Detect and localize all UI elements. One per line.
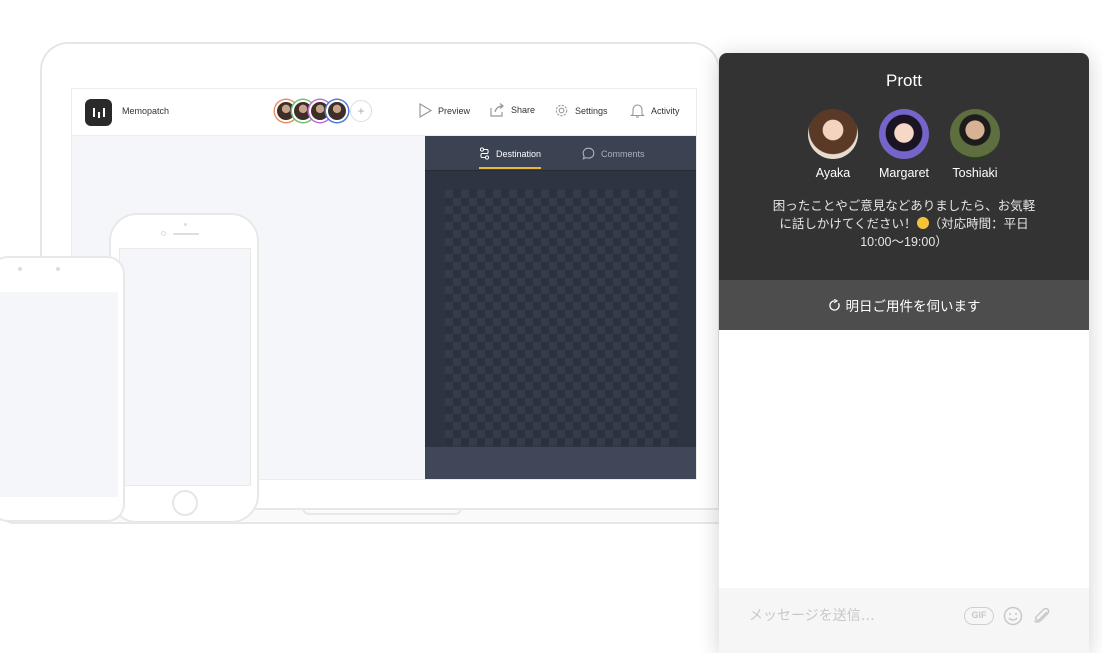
member-name: Toshiaki — [952, 166, 998, 180]
member-name: Ayaka — [815, 166, 851, 180]
avatar — [808, 109, 858, 159]
clock-icon — [828, 298, 840, 311]
memopatch-logo — [85, 99, 112, 126]
team-member: Toshiaki — [940, 109, 1011, 180]
tab-comments[interactable]: Comments — [582, 147, 645, 160]
message-composer: GIF — [719, 588, 1089, 653]
bell-icon — [630, 104, 645, 118]
team-members: Ayaka Margaret Toshiaki — [719, 109, 1089, 180]
message-input[interactable] — [749, 605, 949, 627]
welcome-message: 困ったことやご意見などありましたら、お気軽に話しかけてください！ （対応時間：平日… — [769, 197, 1039, 251]
iphone-illustration — [109, 213, 259, 523]
panel-footer — [425, 447, 696, 479]
paperclip-icon[interactable] — [1032, 606, 1052, 626]
chat-title: Prott — [886, 71, 922, 90]
menu-activity[interactable]: Activity — [630, 103, 680, 119]
comment-bubble-icon — [582, 147, 595, 160]
team-member: Ayaka — [798, 109, 869, 180]
team-member: Margaret — [869, 109, 940, 180]
smiley-emoji-icon — [916, 217, 929, 229]
add-member-button[interactable]: + — [350, 100, 372, 122]
share-icon — [490, 103, 504, 117]
destination-panel: Destination Comments — [425, 136, 696, 479]
settings-label: Settings — [575, 105, 608, 116]
reply-time-bar: 明日ご用件を伺います — [719, 280, 1089, 330]
conversation-area — [719, 330, 1089, 588]
laptop-notch — [302, 508, 462, 515]
tab-comments-label: Comments — [601, 148, 645, 159]
app-name: Memopatch — [122, 106, 170, 116]
panel-tabs: Destination Comments — [425, 136, 696, 171]
menu-share[interactable]: Share — [490, 103, 535, 117]
avatar — [950, 109, 1000, 159]
activity-label: Activity — [651, 106, 680, 116]
transparent-canvas — [445, 190, 677, 446]
gear-icon — [555, 104, 568, 117]
route-icon — [479, 147, 490, 160]
reply-time-text: 明日ご用件を伺います — [845, 299, 981, 314]
tab-destination-label: Destination — [496, 148, 542, 159]
tab-destination[interactable]: Destination — [479, 147, 541, 160]
chat-widget: Prott Ayaka Margaret Toshiaki 困ったことやご意見な… — [719, 53, 1089, 653]
avatar — [879, 109, 929, 159]
preview-label: Preview — [438, 105, 471, 116]
share-label: Share — [511, 105, 536, 115]
member-name: Margaret — [878, 166, 930, 180]
menu-preview[interactable]: Preview — [419, 103, 470, 118]
chat-header: Prott Ayaka Margaret Toshiaki 困ったことやご意見な… — [719, 53, 1089, 280]
android-illustration — [0, 256, 125, 522]
gif-button[interactable]: GIF — [964, 607, 994, 625]
active-tab-indicator — [479, 167, 541, 169]
smiley-icon[interactable] — [1003, 606, 1023, 626]
app-header: Memopatch + Preview Share Settings Activ… — [72, 89, 696, 136]
menu-settings[interactable]: Settings — [554, 103, 608, 118]
play-icon — [419, 103, 432, 118]
collaborator-avatars: + — [275, 100, 372, 122]
avatar[interactable] — [326, 100, 348, 122]
